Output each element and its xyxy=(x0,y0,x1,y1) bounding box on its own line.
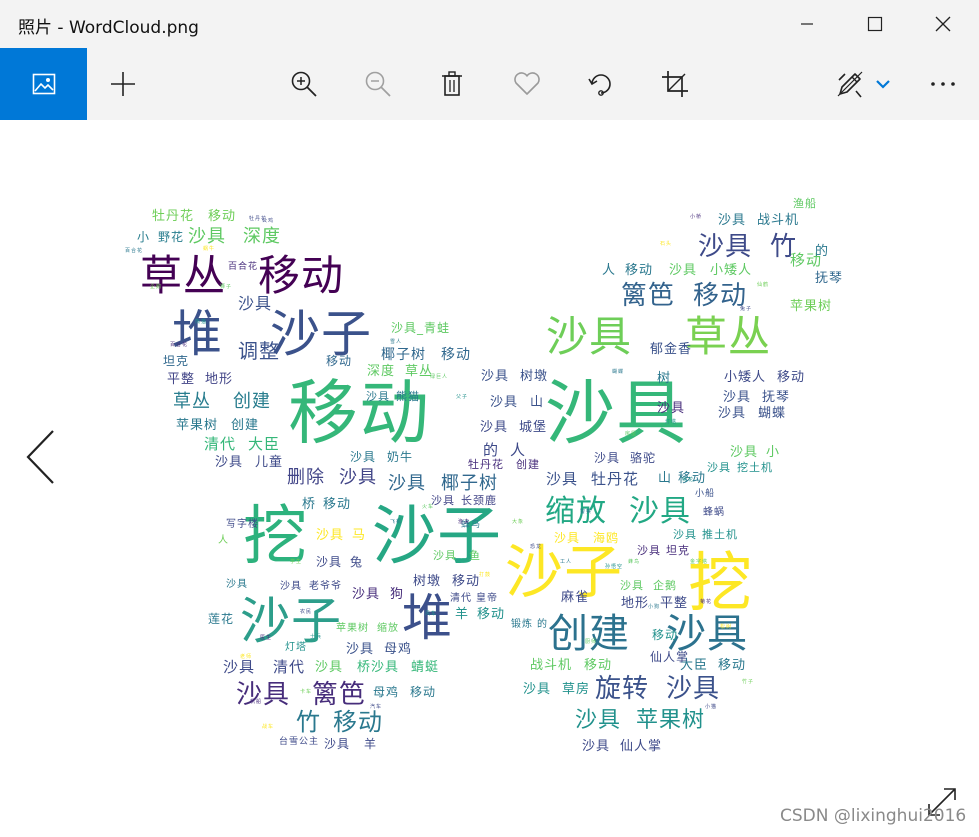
photo-view-icon xyxy=(32,73,55,95)
chevron-down-icon xyxy=(876,80,890,89)
maximize-icon xyxy=(867,16,883,32)
zoom-out-icon xyxy=(365,71,391,97)
rotate-button[interactable] xyxy=(571,48,631,120)
close-icon xyxy=(935,16,951,32)
zoom-in-icon xyxy=(291,71,317,97)
add-icon xyxy=(111,72,135,96)
edit-draw-icon xyxy=(837,71,863,98)
close-button[interactable] xyxy=(909,0,977,48)
zoom-in-button[interactable] xyxy=(274,48,334,120)
delete-button[interactable] xyxy=(422,48,482,120)
crop-button[interactable] xyxy=(645,48,705,120)
minimize-button[interactable] xyxy=(773,0,841,48)
window-title: 照片 - WordCloud.png xyxy=(18,18,199,38)
heart-icon xyxy=(514,72,540,95)
watermark-text: CSDN @lixinghui2016 xyxy=(780,806,967,826)
minimize-icon xyxy=(801,23,813,25)
zoom-out-button[interactable] xyxy=(348,48,408,120)
favorite-button[interactable] xyxy=(497,48,557,120)
photo-view-button[interactable] xyxy=(0,48,87,120)
add-button[interactable] xyxy=(93,48,153,120)
title-bar: 照片 - WordCloud.png xyxy=(0,0,979,48)
more-button[interactable] xyxy=(913,48,973,120)
rotate-icon xyxy=(588,74,611,96)
edit-dropdown-button[interactable] xyxy=(862,48,904,120)
image-canvas xyxy=(0,120,979,837)
previous-image-button[interactable] xyxy=(18,425,62,489)
delete-icon xyxy=(442,71,462,96)
more-icon xyxy=(931,82,955,86)
crop-icon xyxy=(662,71,688,97)
app-toolbar xyxy=(0,48,979,120)
chevron-left-icon xyxy=(26,430,54,484)
maximize-button[interactable] xyxy=(841,0,909,48)
